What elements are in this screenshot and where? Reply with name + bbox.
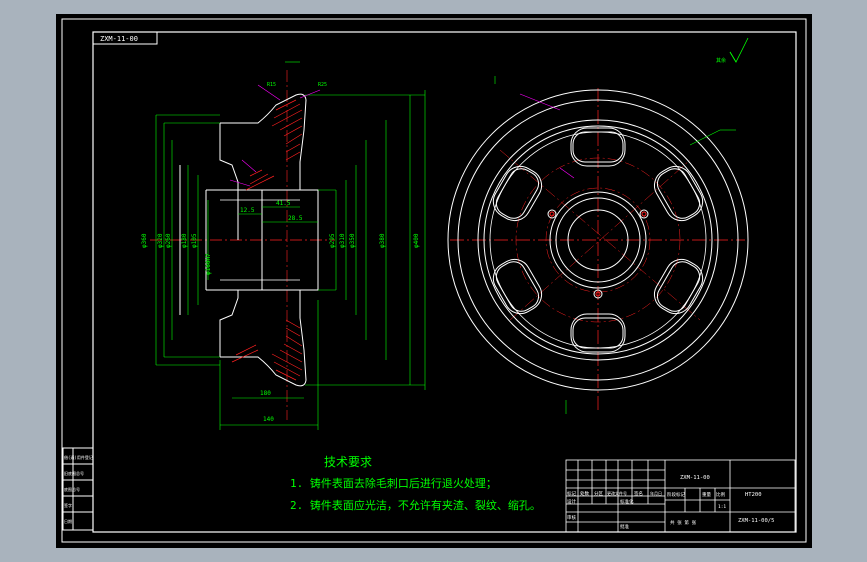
dim-r2: R25 <box>318 82 327 88</box>
tb-material: HT200 <box>745 492 762 498</box>
section-outline-upper <box>219 93 319 240</box>
dim-d6: φ105 <box>191 233 198 248</box>
tb-approve: 批准 <box>620 523 629 530</box>
front-view[interactable] <box>447 76 749 414</box>
tech-notes: 技术要求 1. 铸件表面去除毛刺口后进行退火处理； 2. 铸件表面应光洁，不允许… <box>290 455 541 512</box>
drawing-canvas[interactable]: ZXM-11-00 借(通)用件登记 旧底图总号 底图总号 签字 日期 φ360… <box>56 14 812 548</box>
dim-w4: 12.5 <box>240 207 255 214</box>
dim-d5: φ160H7 <box>205 253 212 275</box>
tb-label-4: 签名 <box>634 490 643 497</box>
section-outline-lower <box>219 240 319 387</box>
dim-d8: φ310 <box>339 233 346 248</box>
tb-std: 标准化 <box>620 498 634 505</box>
side-block-1: 借(通)用件登记 <box>64 454 93 460</box>
dim-d4: φ180 <box>181 233 188 248</box>
tb-label-3: 更改文件号 <box>607 490 627 496</box>
dim-lines-horizontal <box>219 61 319 430</box>
section-view[interactable]: φ360 φ320 φ260 φ180 φ160H7 φ105 φ295 φ31… <box>141 61 426 430</box>
front-centerline-d2 <box>509 159 691 321</box>
dim-w3: 28.5 <box>288 215 303 222</box>
tb-label-5: 年月日 <box>650 490 662 496</box>
roughness-symbol <box>729 37 749 63</box>
leader-lines <box>229 84 321 187</box>
inner-frame <box>92 31 797 533</box>
tb-stage: 阶段标记 <box>667 491 685 498</box>
tb-scale: 比例 <box>716 491 725 498</box>
dim-d7: φ295 <box>329 233 336 248</box>
tb-part-name: ZXM-11-00 <box>680 475 710 481</box>
dim-d3: φ260 <box>165 233 172 248</box>
dim-d10: φ380 <box>379 233 386 248</box>
side-block-4: 签字 <box>64 502 72 508</box>
tb-drawing-no: ZXM-11-00/5 <box>738 518 774 524</box>
dim-w5: 180 <box>260 390 271 397</box>
code-text: ZXM-11-00 <box>100 35 138 43</box>
tb-weight: 重量 <box>702 491 711 498</box>
tb-scale-value: 1:1 <box>718 504 726 510</box>
dim-d2: φ320 <box>157 233 164 248</box>
tech-title: 技术要求 <box>324 455 372 469</box>
dim-w1: 140 <box>263 416 274 423</box>
tech-line-2: 2. 铸件表面应光洁，不允许有夹渣、裂纹、缩孔。 <box>290 498 541 512</box>
roughness-note: 其余 <box>716 57 726 64</box>
tb-sheet: 共 张 第 张 <box>670 519 697 526</box>
side-block-3: 底图总号 <box>64 486 80 492</box>
tb-label-0: 标记 <box>567 490 576 497</box>
tech-line-1: 1. 铸件表面去除毛刺口后进行退火处理； <box>290 476 497 490</box>
dim-lines-right <box>305 90 426 390</box>
tb-design: 设计 <box>567 498 576 505</box>
side-block-2: 旧底图总号 <box>64 470 84 476</box>
cad-application: ZXM-11-00 借(通)用件登记 旧底图总号 底图总号 签字 日期 φ360… <box>0 0 867 562</box>
tb-label-1: 处数 <box>580 490 589 497</box>
dim-r1: R15 <box>267 82 276 88</box>
front-leaders <box>519 93 575 179</box>
hatch-upper <box>245 99 303 191</box>
hatch-lower <box>231 319 303 381</box>
tb-label-2: 分区 <box>594 490 603 497</box>
dim-d9: φ350 <box>349 233 356 248</box>
outer-frame <box>61 18 807 543</box>
dim-d1: φ360 <box>141 233 148 248</box>
dim-w2: 41.5 <box>276 200 291 207</box>
tb-check: 审核 <box>567 514 576 521</box>
drawing-svg: ZXM-11-00 借(通)用件登记 旧底图总号 底图总号 签字 日期 φ360… <box>61 18 807 543</box>
dim-d11: φ400 <box>413 233 420 248</box>
side-block-5: 日期 <box>64 518 72 524</box>
